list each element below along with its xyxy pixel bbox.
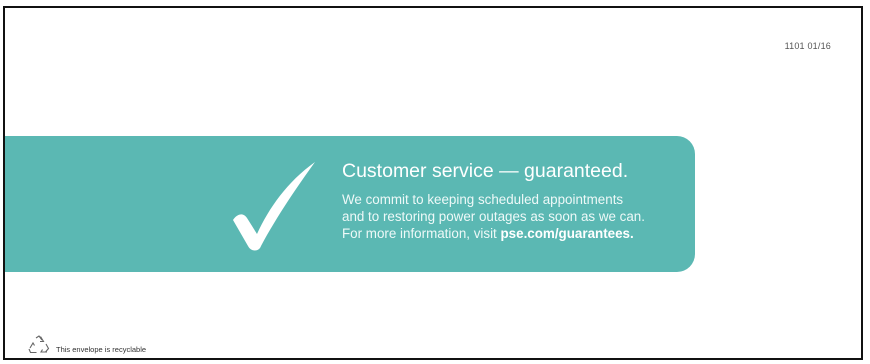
banner-line-2: and to restoring power outages as soon a…	[342, 209, 645, 224]
recycle-text: This envelope is recyclable	[56, 344, 147, 354]
guarantee-banner: Customer service — guaranteed. We commit…	[5, 136, 695, 272]
form-code: 1101 01/16	[784, 41, 831, 51]
banner-line-3-prefix: For more information, visit	[342, 226, 501, 241]
banner-line-3: For more information, visit pse.com/guar…	[342, 225, 687, 242]
envelope: 1101 01/16 Customer service — guaranteed…	[3, 6, 863, 360]
banner-text: Customer service — guaranteed. We commit…	[342, 158, 687, 242]
guarantees-link[interactable]: pse.com/guarantees.	[501, 226, 634, 241]
checkmark-icon	[233, 162, 315, 251]
recycle-notice: This envelope is recyclable	[27, 335, 146, 355]
banner-headline: Customer service — guaranteed.	[342, 160, 629, 182]
recycle-icon	[28, 335, 50, 354]
banner-line-1: We commit to keeping scheduled appointme…	[342, 192, 624, 207]
